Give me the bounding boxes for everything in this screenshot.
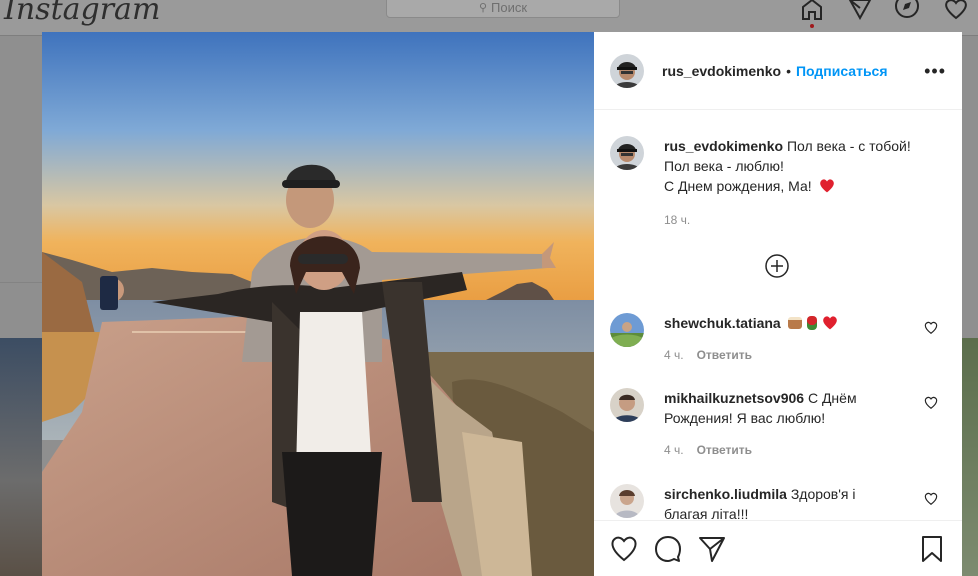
comment-item: shewchuk.tatiana 4 ч. Ответить [610,313,946,365]
activity-heart-icon[interactable] [944,0,968,20]
more-options-icon[interactable]: ••• [924,62,946,80]
rose-emoji [807,316,818,330]
author-avatar[interactable] [610,53,644,88]
like-comment-heart-icon[interactable] [924,396,938,410]
commenter-avatar[interactable] [610,313,644,347]
background-feed-image-left [0,338,42,576]
comment-body: shewchuk.tatiana 4 ч. Ответить [664,313,902,365]
comment-username[interactable]: shewchuk.tatiana [664,315,781,331]
caption-text: rus_evdokimenko Пол века - с тобой! Пол … [664,136,911,230]
background-feed-image-right [962,338,978,576]
explore-icon[interactable] [895,0,919,20]
commenter-avatar[interactable] [610,388,644,422]
caption-line-3: С Днем рождения, Ма! [664,178,812,194]
comment-time: 4 ч. [664,348,684,362]
direct-icon[interactable] [848,0,872,21]
comment-time: 4 ч. [664,443,684,457]
like-heart-icon[interactable] [610,535,638,563]
reply-button[interactable]: Ответить [697,345,752,365]
reply-button[interactable]: Ответить [697,440,752,460]
comment-username[interactable]: sirchenko.liudmila [664,486,787,502]
comment-body: mikhailkuznetsov906 С Днём Рождения! Я в… [664,388,902,460]
post-side-panel: rus_evdokimenko • Подписаться ••• rus_ev… [594,32,962,576]
search-placeholder: Поиск [491,0,528,15]
home-icon[interactable] [800,0,824,20]
background-topbar: Instagram ⚲ Поиск [0,0,978,36]
author-username[interactable]: rus_evdokimenko [662,63,781,79]
home-indicator-dot [810,24,814,28]
like-comment-heart-icon[interactable] [924,492,938,506]
commenter-avatar[interactable] [610,484,644,518]
red-heart-emoji [823,316,838,330]
load-more-comments-icon[interactable] [765,254,789,278]
comment-icon[interactable] [654,535,682,563]
caption-username[interactable]: rus_evdokimenko [664,138,783,154]
comment-item: mikhailkuznetsov906 С Днём Рождения! Я в… [610,388,946,460]
comment-item: sirchenko.liudmila Здоров'я і благая літ… [610,484,946,520]
cake-emoji [787,317,802,329]
post-header: rus_evdokimenko • Подписаться ••• [594,32,962,110]
save-bookmark-icon[interactable] [918,535,946,563]
post-action-bar [594,520,962,576]
comment-meta: 4 ч. Ответить [664,440,902,460]
comment-body: sirchenko.liudmila Здоров'я і благая літ… [664,484,902,520]
red-heart-emoji [819,179,834,193]
caption-time: 18 ч. [664,213,691,227]
caption-avatar[interactable] [610,136,644,170]
search-input[interactable]: ⚲ Поиск [386,0,620,18]
share-direct-icon[interactable] [698,535,726,563]
caption-line-2: Пол века - люблю! [664,158,784,174]
header-separator: • [786,62,791,79]
like-comment-heart-icon[interactable] [924,321,938,335]
follow-button[interactable]: Подписаться [796,63,888,79]
post-photo[interactable] [42,32,594,576]
post-caption: rus_evdokimenko Пол века - с тобой! Пол … [610,136,950,230]
caption-line-1: Пол века - с тобой! [786,138,911,154]
comment-meta: 4 ч. Ответить [664,345,902,365]
background-divider [0,282,42,283]
instagram-logo[interactable]: Instagram [4,0,160,27]
search-icon: ⚲ [478,1,488,14]
post-modal: rus_evdokimenko • Подписаться ••• rus_ev… [42,32,962,576]
comment-username[interactable]: mikhailkuznetsov906 [664,390,804,406]
